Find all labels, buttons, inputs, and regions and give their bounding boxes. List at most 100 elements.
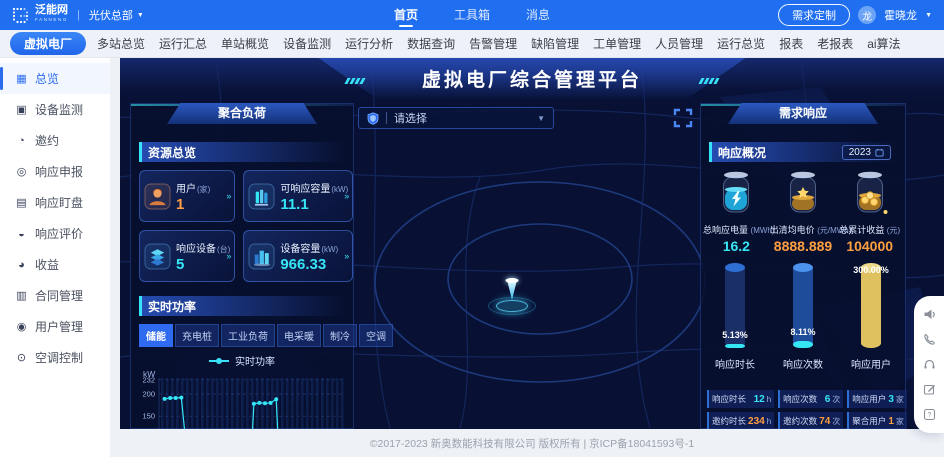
sidebar-item-icon: ◕ (18, 258, 25, 271)
module-tab[interactable]: 运行汇总 (152, 32, 214, 55)
stat-cell: 邀约次数 74 次 (778, 412, 844, 429)
sidebar-item[interactable]: ◉ 用户管理 (0, 311, 110, 342)
brand[interactable]: 泛能网 FANNENG (12, 5, 68, 25)
card-label: 用户 (176, 184, 196, 195)
module-tab[interactable]: 缺陷管理 (524, 32, 586, 55)
card-label: 可响应容量 (280, 184, 331, 195)
card-value: 5 (176, 256, 185, 273)
sidebar-item-label: 响应评价 (35, 227, 84, 241)
sidebar-item-icon: ▥ (16, 290, 27, 302)
kpi-label: 总响应电量 (703, 225, 749, 235)
chart-legend: 实时功率 (131, 353, 353, 368)
sidebar-item[interactable]: ◒ 响应评价 (0, 218, 110, 249)
module-tab[interactable]: 工单管理 (586, 32, 648, 55)
topbar-nav-item[interactable]: 消息 (526, 0, 550, 30)
floating-toolbar: ? (914, 296, 944, 433)
module-tab[interactable]: 报表 (772, 32, 810, 55)
battery-bars-icon (248, 182, 275, 210)
arrow-icon: » (344, 251, 350, 261)
power-type-tab[interactable]: 空调 (359, 324, 393, 347)
stat-cell: 聚合用户 1 家 (847, 412, 907, 429)
customer-service-icon[interactable] (914, 352, 944, 377)
sidebar-item[interactable]: ▦ 总览 (0, 63, 110, 94)
module-tab[interactable]: 告警管理 (462, 32, 524, 55)
sidebar-item[interactable]: ⊙ 空调控制 (0, 342, 110, 373)
sidebar-item-icon: ◔ (18, 134, 25, 147)
sidebar-item[interactable]: ▤ 响应盯盘 (0, 187, 110, 218)
module-tab[interactable]: 人员管理 (648, 32, 710, 55)
stat-label: 邀约时长 (712, 416, 747, 426)
module-tab[interactable]: 运行总览 (710, 32, 772, 55)
module-tab[interactable]: 虚拟电厂 (10, 32, 87, 55)
module-tab[interactable]: 单站概览 (214, 32, 276, 55)
kpi-unit: (元) (886, 226, 901, 235)
sidebar-item-label: 用户管理 (35, 320, 84, 334)
module-tab[interactable]: 运行分析 (338, 32, 400, 55)
sidebar-item[interactable]: ▣ 设备监测 (0, 94, 110, 125)
stat-unit: h (766, 416, 772, 426)
fullscreen-icon[interactable] (673, 108, 693, 128)
module-tab[interactable]: 多站总览 (90, 32, 152, 55)
announcement-icon[interactable] (914, 302, 944, 327)
topbar-nav-item[interactable]: 工具箱 (454, 0, 490, 30)
topbar-nav: 首页 工具箱 消息 (394, 0, 550, 30)
gauge-percent: 8.11% (790, 327, 816, 338)
logo-icon (12, 7, 29, 23)
feedback-icon[interactable] (914, 377, 944, 402)
power-type-tab[interactable]: 制冷 (323, 324, 357, 347)
chevron-down-icon[interactable]: ▼ (925, 12, 932, 19)
stat-card-respondable-capacity[interactable]: 可响应容量(kW) 11.1 » (243, 170, 354, 222)
gauge-cylinder: 5.13% (722, 263, 748, 348)
arrow-icon: » (226, 191, 232, 201)
panel-header: 聚合负荷 (167, 103, 317, 124)
sidebar-item[interactable]: ▥ 合同管理 (0, 280, 110, 311)
jar-income-icon (856, 171, 888, 214)
username: 霍晓龙 (884, 10, 918, 22)
device-stack-icon (144, 242, 171, 270)
stat-label: 聚合用户 (852, 416, 887, 426)
svg-text:150: 150 (142, 412, 155, 421)
power-type-tab[interactable]: 储能 (139, 324, 173, 347)
module-tab[interactable]: ai算法 (860, 32, 907, 55)
sidebar-item[interactable]: ◕ 收益 (0, 249, 110, 280)
copyright: ©2017-2023 新奥数能科技有限公司 版权所有 | 京ICP备180415… (369, 437, 695, 450)
stat-card-users[interactable]: 用户(家) 1 » (139, 170, 236, 222)
power-type-tab[interactable]: 工业负荷 (221, 324, 275, 347)
topbar-nav-item[interactable]: 首页 (394, 0, 418, 30)
stat-value: 74 (819, 415, 831, 427)
module-tab[interactable]: 老报表 (810, 32, 860, 55)
avatar[interactable]: 龙 (858, 6, 877, 24)
sidebar-item[interactable]: ◔ 邀约 (0, 125, 110, 156)
logo-name: 泛能网 (35, 4, 68, 16)
divider (386, 112, 387, 124)
kpi-label: 总累计收益 (839, 225, 885, 235)
panel-header: 需求响应 (728, 103, 878, 124)
stat-value: 12 (753, 393, 765, 405)
sidebar: ▦ 总览 ▣ 设备监测 ◔ 邀约 ◎ 响应申报 ▤ 响应盯盘 ◒ 响应评价 ◕ … (0, 58, 110, 457)
help-icon[interactable]: ? (914, 402, 944, 427)
demand-custom-button[interactable]: 需求定制 (778, 4, 851, 26)
stat-card-response-devices[interactable]: 响应设备(台) 5 » (139, 230, 236, 282)
kpi-value: 16.2 (722, 238, 750, 254)
section-realtime-power: 实时功率 (139, 296, 345, 316)
svg-text:200: 200 (142, 390, 155, 399)
gauge: 5.13% 响应时长 (701, 263, 769, 380)
region-select[interactable]: 请选择 ▼ (358, 107, 554, 129)
org-selector[interactable]: 光伏总部 ▼ (89, 7, 144, 23)
module-tab[interactable]: 设备监测 (276, 32, 338, 55)
sidebar-item[interactable]: ◎ 响应申报 (0, 156, 110, 187)
gauge-label: 响应用户 (851, 360, 891, 371)
arrow-icon: » (226, 251, 232, 261)
power-type-tab[interactable]: 电采暖 (277, 324, 321, 347)
phone-icon[interactable] (914, 327, 944, 352)
module-tab[interactable]: 数据查询 (400, 32, 462, 55)
stat-cell: 响应次数 6 次 (778, 390, 844, 408)
response-stats: 响应时长 12 h 响应次数 6 次 响应用户 3 家 邀约时长 234 h 邀… (707, 390, 907, 429)
power-type-tab[interactable]: 充电桩 (175, 324, 219, 347)
card-value: 966.33 (280, 256, 327, 273)
year-picker[interactable]: 2023 (841, 144, 891, 160)
stat-card-device-capacity[interactable]: 设备容量(kW) 966.33 » (243, 230, 354, 282)
sidebar-item-label: 响应申报 (35, 165, 84, 179)
card-unit: (kW) (321, 245, 339, 254)
stat-value: 3 (888, 393, 894, 405)
